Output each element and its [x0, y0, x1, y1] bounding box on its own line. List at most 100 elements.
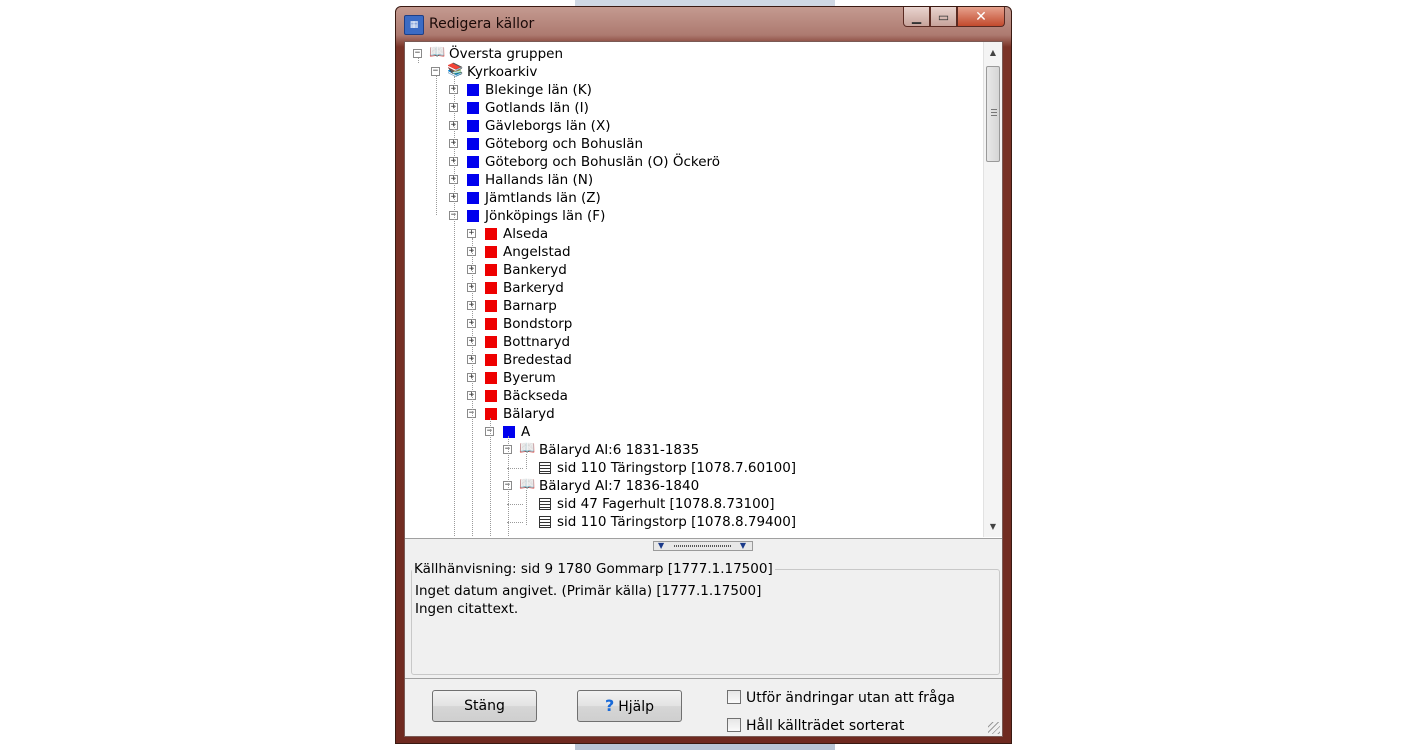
red-square-icon: [485, 336, 497, 348]
blue-square-icon: [467, 102, 479, 114]
tree-node-label: Barnarp: [503, 298, 557, 314]
tree-node-label: Bäckseda: [503, 388, 568, 404]
collapse-toggle-icon[interactable]: −: [413, 49, 422, 58]
page-icon: [539, 516, 551, 528]
close-button-label: Stäng: [464, 698, 505, 714]
title-bar[interactable]: ▦ Redigera källor ▁ ▭ ✕: [396, 7, 1011, 41]
help-icon: ?: [604, 696, 615, 715]
tree-node-label: Kyrkoarkiv: [467, 64, 538, 80]
blue-square-icon: [467, 84, 479, 96]
tree-node-label: Göteborg och Bohuslän: [485, 136, 644, 152]
expand-toggle-icon[interactable]: +: [467, 229, 476, 238]
tree-connector: [507, 468, 523, 469]
splitter-right-arrow-icon: ▼: [739, 541, 746, 550]
blue-square-icon: [467, 192, 479, 204]
tree-guide-line: [418, 58, 419, 63]
app-icon: ▦: [404, 15, 424, 35]
maximize-button[interactable]: ▭: [930, 7, 957, 27]
page-icon: [539, 498, 551, 510]
tree-node-label: Jämtlands län (Z): [485, 190, 601, 206]
collapse-toggle-icon[interactable]: −: [431, 67, 440, 76]
splitter-left-arrow-icon: ▼: [658, 541, 665, 550]
tree-node-label: A: [521, 424, 531, 440]
blue-square-icon: [467, 174, 479, 186]
red-square-icon: [485, 372, 497, 384]
tree-guide-line: [454, 76, 455, 537]
tree-node-label: Gotlands län (I): [485, 100, 589, 116]
caption-buttons: ▁ ▭ ✕: [903, 7, 1005, 27]
tree-node-label: Gävleborgs län (X): [485, 118, 611, 134]
source-tree[interactable]: − 📖 Översta gruppen − 📚 Kyrkoarkiv + Blekinge l…: [405, 42, 1002, 539]
tree-guide-line: [472, 238, 473, 537]
source-tree-content: − 📖 Översta gruppen − 📚 Kyrkoarkiv + Blekinge l…: [405, 45, 983, 537]
red-square-icon: [485, 300, 497, 312]
pane-splitter[interactable]: ▼ ▼: [653, 541, 753, 551]
red-square-icon: [485, 282, 497, 294]
red-square-icon: [485, 246, 497, 258]
tree-node-label: Jönköpings län (F): [485, 208, 606, 224]
source-reference-legend: Källhänvisning: sid 9 1780 Gommarp [1777…: [412, 561, 775, 577]
minimize-button[interactable]: ▁: [903, 7, 930, 27]
tree-guide-line: [508, 436, 509, 537]
tree-node-label: Alseda: [503, 226, 549, 242]
splitter-grip-icon: [674, 545, 732, 547]
scroll-thumb-grip-icon: [991, 109, 997, 117]
tree-connector: [507, 522, 523, 523]
reference-date-text: Inget datum angivet. (Primär källa) [177…: [415, 583, 762, 599]
tree-node-label: sid 110 Täringstorp [1078.7.60100]: [557, 460, 797, 476]
keep-sorted-checkbox[interactable]: [727, 718, 741, 732]
tree-node-label: Bredestad: [503, 352, 572, 368]
blue-square-icon: [503, 426, 515, 438]
red-square-icon: [485, 354, 497, 366]
blue-square-icon: [467, 138, 479, 150]
tree-guide-line: [526, 454, 527, 469]
tree-node-label: Blekinge län (K): [485, 82, 592, 98]
tree-guide-line: [436, 76, 437, 215]
tree-node-label: Hallands län (N): [485, 172, 594, 188]
tree-node-label: Byerum: [503, 370, 556, 386]
close-window-button[interactable]: ✕: [957, 7, 1005, 27]
tree-guide-line: [526, 490, 527, 525]
red-square-icon: [485, 408, 497, 420]
help-button-label: Hjälp: [618, 699, 655, 715]
tree-node-label: Bälaryd: [503, 406, 555, 422]
reference-citation-text: Ingen citattext.: [415, 601, 519, 617]
tree-node-label: Angelstad: [503, 244, 571, 260]
apply-without-asking-checkbox[interactable]: [727, 690, 741, 704]
archive-icon: 📚: [447, 63, 464, 78]
blue-square-icon: [467, 156, 479, 168]
book-icon: 📖: [519, 441, 536, 456]
tree-node-label: Bälaryd AI:6 1831-1835: [539, 442, 700, 458]
tree-node-label: Bankeryd: [503, 262, 567, 278]
apply-without-asking-label: Utför ändringar utan att fråga: [746, 690, 955, 706]
tree-node-label: Bondstorp: [503, 316, 573, 332]
tree-node-label: Bottnaryd: [503, 334, 571, 350]
tree-node-label: sid 110 Täringstorp [1078.8.79400]: [557, 514, 797, 530]
page-icon: [539, 462, 551, 474]
blue-square-icon: [467, 120, 479, 132]
keep-sorted-label: Håll källträdet sorterat: [746, 718, 905, 734]
edit-sources-dialog: ▦ Redigera källor ▁ ▭ ✕ − 📖 Översta gruppe…: [395, 6, 1012, 744]
red-square-icon: [485, 228, 497, 240]
red-square-icon: [485, 264, 497, 276]
tree-node-label: sid 47 Fagerhult [1078.8.73100]: [557, 496, 775, 512]
help-button[interactable]: ? Hjälp: [577, 690, 682, 722]
book-icon: 📖: [519, 477, 536, 492]
tree-node-label: Översta gruppen: [449, 46, 564, 62]
resize-grip-icon[interactable]: [988, 722, 1000, 734]
tree-node-label: Barkeryd: [503, 280, 564, 296]
close-button[interactable]: Stäng: [432, 690, 537, 722]
red-square-icon: [485, 318, 497, 330]
book-icon: 📖: [429, 45, 446, 60]
window-title: Redigera källor: [429, 16, 535, 32]
tree-node-label: Göteborg och Bohuslän (O) Öckerö: [485, 154, 721, 170]
tree-guide-line: [490, 418, 491, 537]
tree-connector: [507, 504, 523, 505]
footer-divider: [405, 678, 1002, 679]
dialog-client-area: − 📖 Översta gruppen − 📚 Kyrkoarkiv + Blekinge l…: [404, 41, 1003, 737]
scroll-thumb[interactable]: [986, 66, 1000, 162]
red-square-icon: [485, 390, 497, 402]
scroll-down-arrow[interactable]: ▼: [984, 518, 1002, 535]
tree-vertical-scrollbar[interactable]: ▲ ▼: [983, 42, 1002, 537]
scroll-up-arrow[interactable]: ▲: [984, 44, 1002, 61]
